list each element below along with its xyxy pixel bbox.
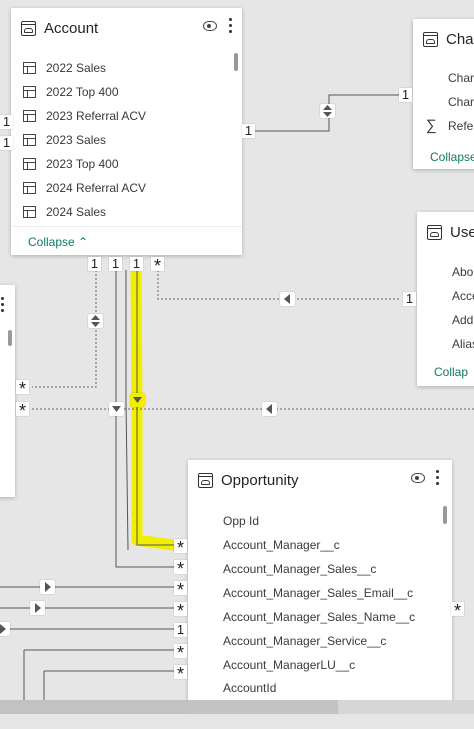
- cardinality-one: 1: [0, 136, 13, 150]
- opportunity-field[interactable]: Account_Manager_Sales_Email__c: [223, 586, 413, 600]
- cardinality-many: *: [174, 644, 187, 658]
- filter-direction-right-icon[interactable]: [40, 580, 55, 594]
- chevron-up-icon: ⌃: [78, 235, 89, 249]
- table-field-icon: [23, 62, 36, 74]
- cardinality-many: *: [151, 257, 164, 271]
- user-collapse-button[interactable]: Collap: [434, 365, 468, 379]
- account-field[interactable]: 2024 Referral ACV: [46, 181, 146, 195]
- cardinality-one: 1: [399, 88, 412, 102]
- account-field[interactable]: 2023 Top 400: [46, 157, 119, 171]
- cardinality-one: 1: [0, 115, 13, 129]
- channel-title: Cha: [446, 30, 474, 48]
- table-icon: [198, 472, 213, 488]
- account-scrollbar[interactable]: [234, 53, 238, 71]
- opportunity-field[interactable]: Opp Id: [223, 514, 259, 528]
- table-field-icon: [23, 206, 36, 218]
- channel-collapse-button[interactable]: Collapse: [430, 150, 474, 164]
- filter-direction-left-icon[interactable]: [262, 402, 277, 416]
- user-field[interactable]: Acce: [452, 289, 474, 303]
- table-field-icon: [23, 182, 36, 194]
- account-field[interactable]: 2023 Referral ACV: [46, 109, 146, 123]
- opportunity-field[interactable]: Account_Manager_Service__c: [223, 634, 386, 648]
- visibility-icon[interactable]: [411, 473, 425, 483]
- user-title: Use: [450, 223, 474, 241]
- bidirectional-filter-icon[interactable]: [320, 104, 335, 118]
- filter-direction-right-icon[interactable]: [0, 622, 10, 636]
- cardinality-many: *: [174, 602, 187, 616]
- opportunity-field[interactable]: Account_Manager__c: [223, 538, 340, 552]
- opportunity-field[interactable]: AccountId: [223, 681, 276, 695]
- bidirectional-filter-icon[interactable]: [88, 314, 103, 328]
- table-field-icon: [23, 110, 36, 122]
- filter-direction-right-icon[interactable]: [30, 601, 45, 615]
- cardinality-many: *: [174, 581, 187, 595]
- account-table-card[interactable]: Account 2022 Sales 2022 Top 400 2023 Ref…: [11, 8, 242, 255]
- cardinality-many: *: [174, 539, 187, 553]
- cardinality-many: *: [16, 402, 29, 416]
- account-field[interactable]: 2022 Sales: [46, 61, 106, 75]
- table-icon: [423, 31, 438, 47]
- table-field-icon: [23, 86, 36, 98]
- highlighted-relationship: [130, 264, 186, 552]
- table-field-icon: [23, 134, 36, 146]
- filter-direction-down-icon[interactable]: [109, 402, 124, 416]
- filter-direction-down-icon[interactable]: [130, 393, 145, 407]
- cardinality-many: *: [16, 380, 29, 394]
- opportunity-field[interactable]: Account_Manager_Sales__c: [223, 562, 376, 576]
- account-collapse-button[interactable]: Collapse ⌃: [28, 235, 88, 249]
- cardinality-many: *: [174, 560, 187, 574]
- account-field[interactable]: 2022 Top 400: [46, 85, 119, 99]
- account-header[interactable]: Account: [11, 8, 242, 48]
- cardinality-many: *: [174, 665, 187, 679]
- scrollbar-thumb[interactable]: [0, 700, 338, 714]
- channel-header[interactable]: Cha: [413, 19, 474, 59]
- user-field[interactable]: Alias: [452, 337, 474, 351]
- left-table-card[interactable]: [0, 285, 15, 497]
- table-icon: [427, 224, 442, 240]
- canvas-horizontal-scrollbar[interactable]: [0, 700, 474, 714]
- more-options-icon[interactable]: [1, 297, 5, 315]
- cardinality-one: 1: [88, 257, 101, 271]
- user-header[interactable]: Use: [417, 212, 474, 252]
- visibility-icon[interactable]: [203, 21, 217, 31]
- left-card-scrollbar[interactable]: [8, 330, 12, 346]
- cardinality-one: 1: [130, 257, 143, 271]
- channel-field[interactable]: Char: [448, 95, 474, 109]
- opportunity-scrollbar[interactable]: [443, 506, 447, 524]
- filter-direction-left-icon[interactable]: [280, 292, 295, 306]
- opportunity-field[interactable]: Account_Manager_Sales_Name__c: [223, 610, 415, 624]
- opportunity-title: Opportunity: [221, 471, 299, 489]
- table-field-icon: [23, 158, 36, 170]
- account-title: Account: [44, 19, 99, 37]
- channel-field[interactable]: Char: [448, 71, 474, 85]
- cardinality-one: 1: [174, 623, 187, 637]
- channel-table-card[interactable]: Cha Char Char ∑ Refer Collapse: [413, 19, 474, 169]
- opportunity-table-card[interactable]: Opportunity Opp Id Account_Manager__c Ac…: [188, 460, 452, 710]
- table-icon: [21, 20, 36, 36]
- sigma-icon: ∑: [426, 117, 437, 134]
- opportunity-field[interactable]: Account_ManagerLU__c: [223, 658, 355, 672]
- user-field[interactable]: Add: [452, 313, 473, 327]
- opportunity-header[interactable]: Opportunity: [188, 460, 452, 500]
- cardinality-many: *: [451, 602, 464, 616]
- cardinality-one: 1: [242, 124, 255, 138]
- user-table-card[interactable]: Use Abo Acce Add Alias Collap: [417, 212, 474, 386]
- cardinality-one: 1: [109, 257, 122, 271]
- more-options-icon[interactable]: [229, 18, 233, 36]
- cardinality-one: 1: [403, 292, 416, 306]
- channel-field[interactable]: Refer: [448, 119, 474, 133]
- more-options-icon[interactable]: [436, 470, 440, 488]
- account-field[interactable]: 2023 Sales: [46, 133, 106, 147]
- user-field[interactable]: Abo: [452, 265, 473, 279]
- account-field[interactable]: 2024 Sales: [46, 205, 106, 219]
